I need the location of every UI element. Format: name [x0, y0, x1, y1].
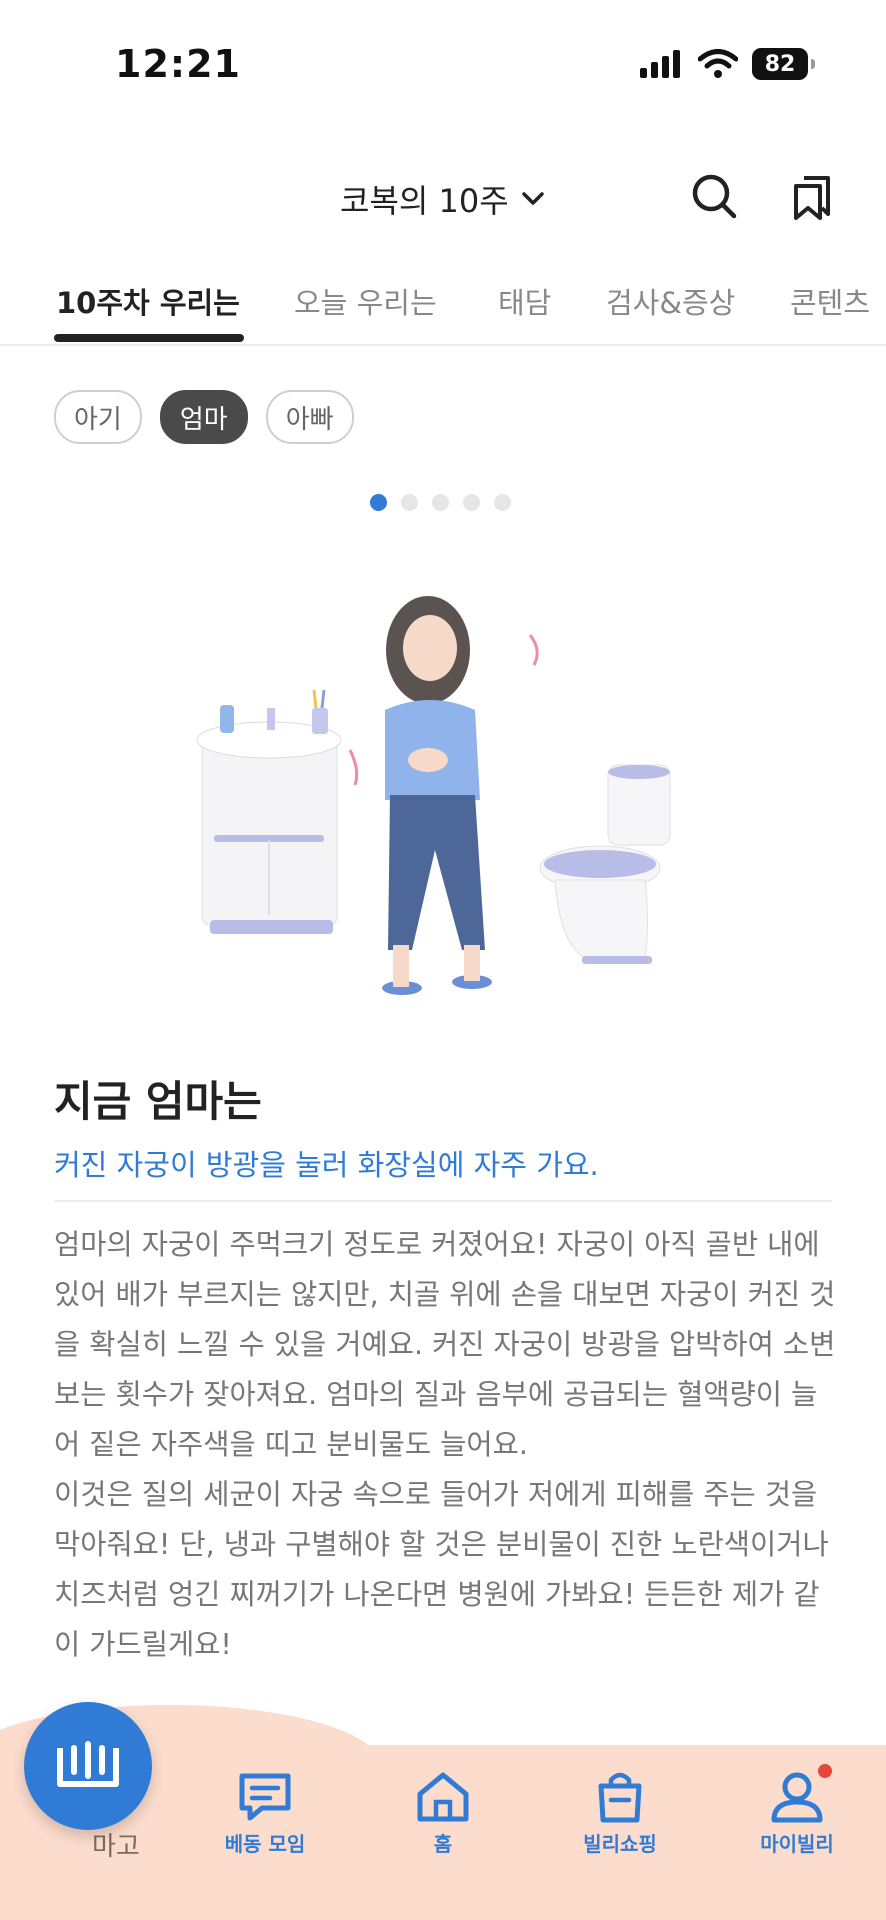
tab-tests-symptoms[interactable]: 검사&증상: [606, 280, 735, 322]
battery-indicator: 82: [752, 48, 815, 80]
nav-home[interactable]: 홈: [368, 1770, 518, 1857]
tab-today[interactable]: 오늘 우리는: [294, 280, 437, 322]
chip-mom[interactable]: 엄마: [159, 390, 248, 444]
pregnant-woman-bathroom-illustration: [196, 596, 671, 995]
tab-bar: 10주차 우리는 오늘 우리는 태담 검사&증상 콘텐츠: [0, 270, 886, 346]
signal-icon: [640, 50, 680, 78]
nav-community[interactable]: 베동 모임: [190, 1770, 340, 1857]
woman-figure-icon: [348, 596, 539, 995]
shopping-bag-icon: [598, 1772, 642, 1823]
tab-contents[interactable]: 콘텐츠: [790, 280, 870, 322]
chip-baby[interactable]: 아기: [54, 390, 142, 444]
nav-label: 마이빌리: [760, 1832, 834, 1856]
carousel-dot[interactable]: [494, 494, 511, 511]
carousel-dot[interactable]: [432, 494, 449, 511]
status-bar: 12:21 82: [0, 0, 886, 130]
nav-label: 베동 모임: [224, 1832, 306, 1856]
tab-this-week[interactable]: 10주차 우리는: [56, 280, 240, 322]
notification-badge: [818, 1764, 832, 1778]
week-selector[interactable]: 코복의 10주: [340, 176, 545, 222]
divider: [54, 1200, 832, 1202]
sink-cabinet-icon: [196, 689, 342, 934]
home-icon: [417, 1772, 469, 1822]
body-paragraph: 이것은 질의 세균이 자궁 속으로 들어가 저에게 피해를 주는 것을 막아줘요…: [54, 1478, 829, 1661]
section-body: 엄마의 자궁이 주먹크기 정도로 커졌어요! 자궁이 아직 골반 내에 있어 배…: [54, 1220, 838, 1670]
status-time: 12:21: [115, 42, 241, 86]
section-title: 지금 엄마는: [54, 1077, 262, 1126]
nav-label: 빌리쇼핑: [583, 1832, 657, 1856]
chip-dad[interactable]: 아빠: [265, 390, 354, 444]
status-icons: 82: [640, 48, 815, 80]
nav-label: 홈: [433, 1832, 453, 1856]
filter-chips: 아기 엄마 아빠: [54, 390, 354, 444]
app-header: 코복의 10주: [0, 150, 886, 240]
nav-my-page[interactable]: 마이빌리: [722, 1770, 872, 1857]
open-book-icon: [57, 1741, 119, 1787]
carousel-dot[interactable]: [370, 494, 387, 511]
active-tab-indicator: [54, 334, 244, 342]
tab-prenatal-talk[interactable]: 태담: [498, 280, 551, 322]
toilet-icon: [539, 764, 671, 964]
carousel-dot[interactable]: [401, 494, 418, 511]
search-icon[interactable]: [688, 170, 740, 222]
body-paragraph: 엄마의 자궁이 주먹크기 정도로 커졌어요! 자궁이 아직 골반 내에 있어 배…: [54, 1228, 836, 1461]
chevron-down-icon: [521, 192, 544, 205]
partial-card-text: 마고: [92, 1832, 140, 1862]
nav-shopping[interactable]: 빌리쇼핑: [545, 1770, 695, 1857]
page-title: 코복의 10주: [340, 182, 509, 220]
chat-icon: [239, 1773, 291, 1821]
carousel-indicator: [370, 494, 511, 511]
section-subtitle: 커진 자궁이 방광을 눌러 화장실에 자주 가요.: [54, 1148, 599, 1182]
floating-book-button[interactable]: [24, 1702, 152, 1830]
bookmark-icon[interactable]: [788, 170, 840, 222]
battery-level: 82: [764, 51, 796, 77]
wifi-icon: [698, 49, 738, 78]
person-icon: [771, 1772, 823, 1823]
carousel-dot[interactable]: [463, 494, 480, 511]
